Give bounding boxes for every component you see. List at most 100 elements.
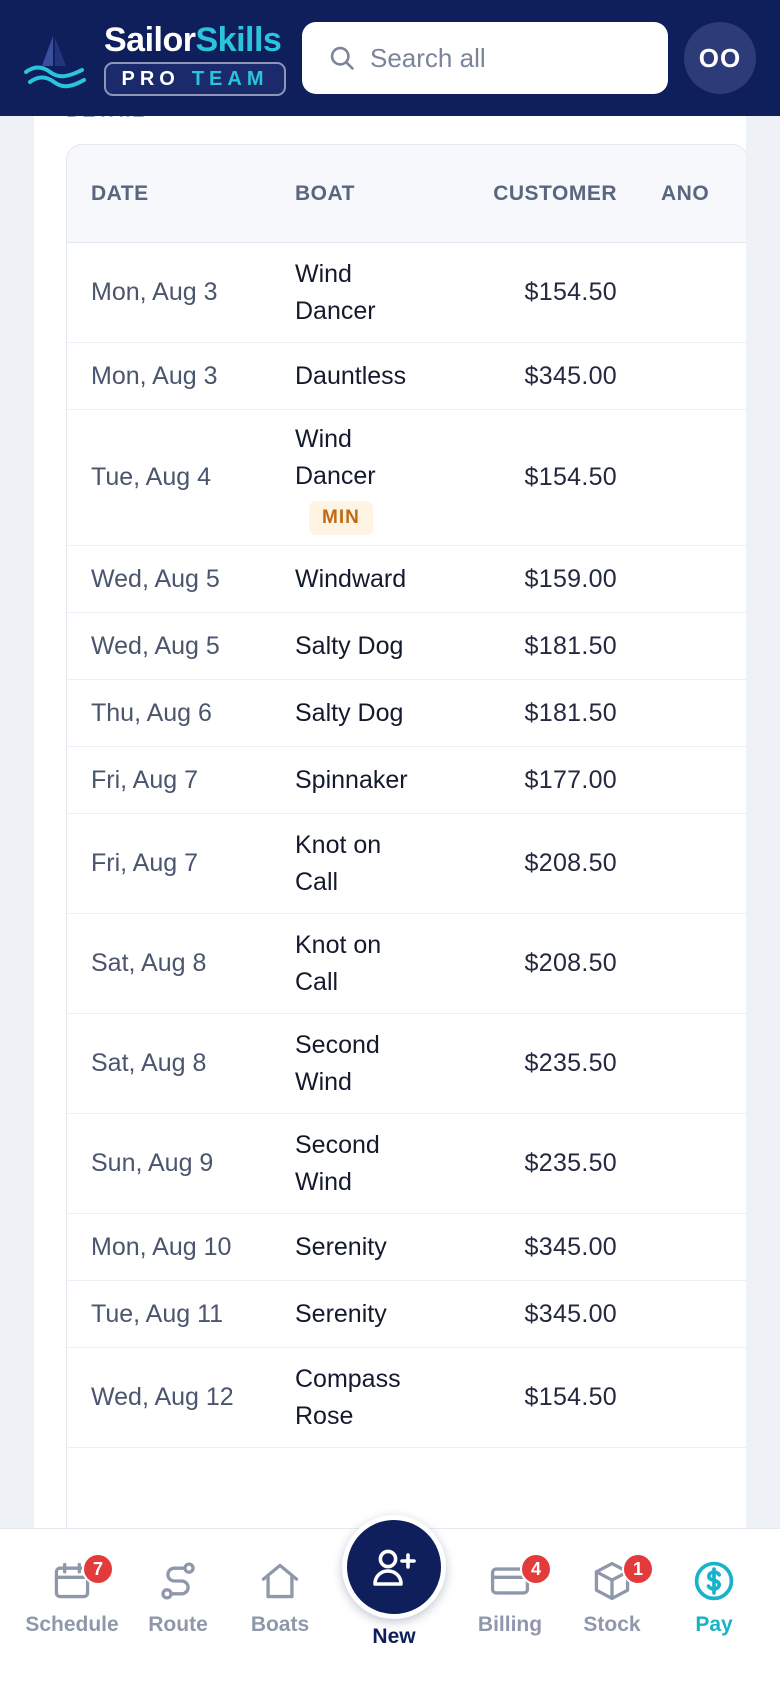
row-boat: Second Wind <box>295 1114 445 1213</box>
boat-name-line: Wind <box>295 259 352 288</box>
column-header-boat[interactable]: BOAT <box>295 182 355 206</box>
row-date: Tue, Aug 11 <box>91 1299 224 1328</box>
user-avatar[interactable]: OO <box>684 22 756 94</box>
row-customer-amount: $154.50 <box>524 1383 617 1411</box>
boat-name-line: Second <box>295 1030 380 1059</box>
row-boat: Knot on Call <box>295 814 445 913</box>
nav-item-billing[interactable]: 4 Billing <box>458 1553 562 1637</box>
brand-badge: PRO TEAM <box>104 62 286 96</box>
row-boat: Serenity <box>295 1214 445 1280</box>
table-body: Mon, Aug 3 Wind Dancer $154.50 Mon, Aug 3 Dau… <box>67 243 746 1448</box>
row-boat: Salty Dog <box>295 680 445 746</box>
table-row[interactable]: Thu, Aug 6 Salty Dog $181.50 <box>67 680 746 747</box>
row-customer-amount: $345.00 <box>524 361 617 390</box>
nav-label-new: New <box>372 1625 416 1648</box>
nav-label-stock: Stock <box>583 1613 641 1636</box>
nav-item-route[interactable]: Route <box>126 1559 230 1637</box>
row-date: Sun, Aug 9 <box>91 1149 214 1177</box>
table-row[interactable]: Mon, Aug 3 Dauntless $345.00 <box>67 343 746 410</box>
row-customer-amount: $235.50 <box>524 1149 617 1177</box>
app-header: SailorSkills PRO TEAM OO <box>0 0 780 116</box>
boat-name-line: Call <box>295 867 339 896</box>
nav-item-pay[interactable]: Pay <box>662 1559 766 1637</box>
search-icon <box>330 46 354 70</box>
boat-name-line: Serenity <box>295 1232 387 1261</box>
row-customer-amount: $154.50 <box>524 278 617 306</box>
dollar-circle-icon <box>694 1561 734 1601</box>
table-row[interactable]: Mon, Aug 3 Wind Dancer $154.50 <box>67 243 746 343</box>
row-date: Sat, Aug 8 <box>91 1049 207 1077</box>
boat-name-line: Rose <box>295 1401 354 1430</box>
boat-name-line: Knot on <box>295 930 382 959</box>
min-badge: MIN <box>309 500 373 535</box>
row-boat: Compass Rose <box>295 1348 445 1447</box>
detail-card: DETAIL DATE BOAT CUSTOMER ANO Mon, Aug 3… <box>34 96 746 1536</box>
table-row[interactable]: Mon, Aug 10 Serenity $345.00 <box>67 1214 746 1281</box>
boat-name-line: Serenity <box>295 1299 387 1328</box>
boat-name-line: Dauntless <box>295 361 407 390</box>
brand-logo: SailorSkills PRO TEAM <box>104 20 286 96</box>
new-button[interactable] <box>342 1515 446 1619</box>
row-customer-amount: $159.00 <box>524 564 617 593</box>
row-date: Thu, Aug 6 <box>91 698 212 727</box>
boat-name-line: Spinnaker <box>295 765 408 794</box>
row-date: Fri, Aug 7 <box>91 765 198 794</box>
nav-label-pay: Pay <box>695 1613 733 1636</box>
row-boat: Spinnaker <box>295 747 445 813</box>
table-row[interactable]: Tue, Aug 4 Wind Dancer MIN $154.50 <box>67 410 746 546</box>
table-row[interactable]: Fri, Aug 7 Knot on Call $208.50 <box>67 814 746 914</box>
bottom-nav: 7 Schedule Route Boats New 4 Billing 1 S… <box>0 1515 780 1688</box>
schedule-badge: 7 <box>82 1553 114 1585</box>
row-date: Mon, Aug 3 <box>91 361 218 390</box>
nav-item-stock[interactable]: 1 Stock <box>560 1553 664 1637</box>
search-box[interactable] <box>302 22 668 94</box>
row-date: Sat, Aug 8 <box>91 949 207 977</box>
row-customer-amount: $208.50 <box>524 949 617 977</box>
table-row[interactable]: Tue, Aug 11 Serenity $345.00 <box>67 1281 746 1348</box>
row-boat: Wind Dancer <box>295 243 445 342</box>
table-row[interactable]: Sun, Aug 9 Second Wind $235.50 <box>67 1114 746 1214</box>
row-customer-amount: $345.00 <box>524 1232 617 1261</box>
row-boat: Serenity <box>295 1281 445 1347</box>
row-date: Wed, Aug 5 <box>91 564 220 593</box>
boat-name-line: Dancer <box>295 296 376 325</box>
nav-item-new[interactable]: New <box>336 1515 452 1649</box>
search-input[interactable] <box>370 42 650 74</box>
row-date: Mon, Aug 10 <box>91 1232 232 1261</box>
row-boat: Knot on Call <box>295 914 445 1013</box>
row-customer-amount: $208.50 <box>524 849 617 877</box>
boat-name-line: Dancer <box>295 461 376 490</box>
table-row[interactable]: Wed, Aug 12 Compass Rose $154.50 <box>67 1348 746 1448</box>
row-boat: Wind Dancer MIN <box>295 410 445 545</box>
row-customer-amount: $177.00 <box>524 765 617 794</box>
row-date: Tue, Aug 4 <box>91 463 211 491</box>
table-header: DATE BOAT CUSTOMER ANO <box>67 145 746 243</box>
boat-name-line: Wind <box>295 424 352 453</box>
sailboat-logo-icon <box>24 36 86 89</box>
detail-table: DATE BOAT CUSTOMER ANO Mon, Aug 3 Wind Dan… <box>66 144 746 1536</box>
table-row[interactable]: Sat, Aug 8 Knot on Call $208.50 <box>67 914 746 1014</box>
row-boat: Dauntless <box>295 343 445 409</box>
boat-name-line: Compass <box>295 1364 401 1393</box>
nav-label-boats: Boats <box>250 1613 310 1636</box>
table-row[interactable]: Sat, Aug 8 Second Wind $235.50 <box>67 1014 746 1114</box>
brand-primary: Sailor <box>104 21 196 59</box>
nav-label-route: Route <box>148 1613 208 1636</box>
column-header-anomaly[interactable]: ANO <box>661 182 709 206</box>
column-header-date[interactable]: DATE <box>91 182 149 206</box>
nav-item-schedule[interactable]: 7 Schedule <box>20 1553 124 1637</box>
table-row[interactable]: Wed, Aug 5 Salty Dog $181.50 <box>67 613 746 680</box>
boat-name-line: Wind <box>295 1067 352 1096</box>
boat-name-line: Knot on <box>295 830 382 859</box>
badge-primary: PRO <box>121 67 180 90</box>
table-row[interactable]: Wed, Aug 5 Windward $159.00 <box>67 546 746 613</box>
nav-item-boats[interactable]: Boats <box>228 1559 332 1637</box>
row-date: Fri, Aug 7 <box>91 849 198 877</box>
brand-title: SailorSkills <box>104 20 286 60</box>
row-boat: Second Wind <box>295 1014 445 1113</box>
row-boat: Salty Dog <box>295 613 445 679</box>
table-row[interactable]: Fri, Aug 7 Spinnaker $177.00 <box>67 747 746 814</box>
billing-badge: 4 <box>520 1553 552 1585</box>
column-header-customer[interactable]: CUSTOMER <box>479 182 617 206</box>
row-date: Wed, Aug 12 <box>91 1383 234 1411</box>
